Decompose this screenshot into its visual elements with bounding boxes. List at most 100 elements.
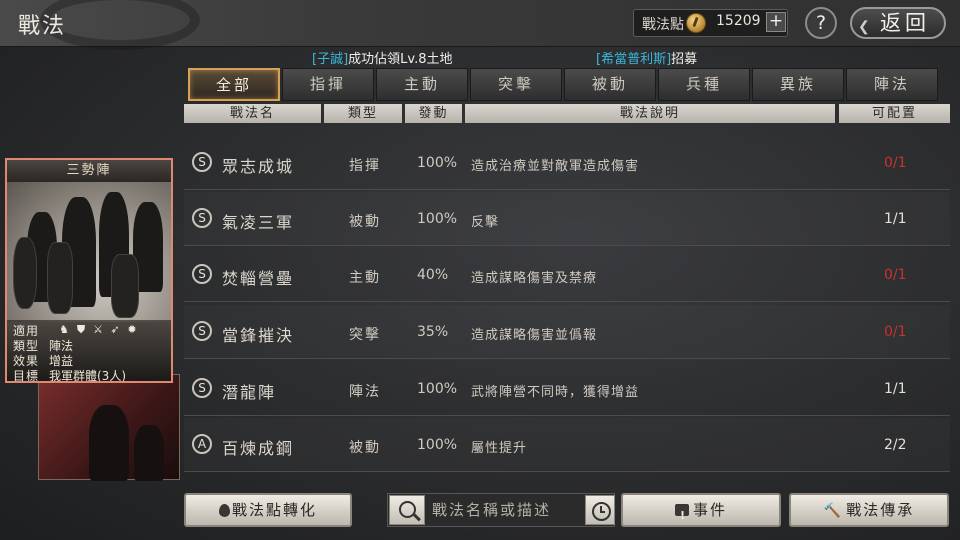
- tactic-type: 指揮: [349, 158, 381, 174]
- crossed-swords-icon: ⚔: [93, 323, 103, 336]
- shield-icon: ⛊: [76, 323, 86, 336]
- tactic-row[interactable]: S 潛龍陣 陣法 100% 武將陣營不同時，獲得增益 1/1: [184, 362, 950, 416]
- inherit-tactic-button[interactable]: 🔨 戰法傳承: [789, 493, 949, 527]
- tactic-description: 造成謀略傷害及禁療: [471, 271, 598, 286]
- event-label: 事件: [692, 501, 727, 519]
- tactic-name: 氣凌三軍: [222, 213, 295, 232]
- card-stack-back: [38, 374, 180, 481]
- card-target-line: 目標 我軍群體(3人): [13, 367, 126, 383]
- shield-shape: [111, 254, 139, 318]
- bow-icon: ➶: [110, 323, 120, 336]
- silhouette-figure: [89, 405, 129, 481]
- tactic-type: 突擊: [349, 327, 381, 343]
- add-points-button[interactable]: +: [766, 12, 786, 32]
- recent-button[interactable]: [585, 495, 615, 525]
- tactic-description: 反擊: [471, 215, 500, 230]
- selected-tactic-card[interactable]: 三勢陣 適用 ♞ ⛊ ⚔ ➶ ✹ 類型 陣法 效果 增益 目標 我軍群體(3人): [5, 158, 173, 383]
- tab-assault[interactable]: 突擊: [470, 68, 562, 101]
- tactic-row[interactable]: S 當鋒摧決 突擊 35% 造成謀略傷害並僞報 0/1: [184, 305, 950, 359]
- return-label: 返回: [880, 11, 930, 35]
- column-header-capacity[interactable]: 可配置: [839, 104, 950, 123]
- tactic-description: 武將陣營不同時，獲得增益: [471, 385, 640, 400]
- tactic-points-box: 戰法點: [633, 9, 788, 37]
- search-input[interactable]: [432, 496, 577, 524]
- tab-command[interactable]: 指揮: [282, 68, 374, 101]
- grade-badge: S: [192, 264, 212, 284]
- convert-points-label: 戰法點轉化: [231, 501, 317, 519]
- shield-shape: [13, 237, 37, 309]
- tactic-trigger-rate: 100%: [417, 437, 458, 453]
- ticker-text: 成功佔領Lv.8土地: [348, 52, 453, 67]
- inherit-tactic-label: 戰法傳承: [846, 501, 915, 519]
- tactic-capacity: 1/1: [884, 381, 907, 397]
- hammer-icon: 🔨: [823, 503, 844, 519]
- tactic-trigger-rate: 100%: [417, 155, 458, 171]
- tactic-name: 百煉成鋼: [222, 439, 295, 458]
- card-effect-value: 增益: [49, 354, 74, 368]
- tactic-name: 眾志成城: [222, 157, 295, 176]
- convert-points-button[interactable]: 戰法點轉化: [184, 493, 352, 527]
- card-target-label: 目標: [13, 369, 40, 383]
- news-ticker: [子誠]成功佔領Lv.8土地 [希當普利斯]招募: [0, 47, 960, 67]
- horse-icon: ♞: [59, 323, 69, 336]
- ticker-player-tag: [子誠]: [312, 52, 349, 67]
- column-header-name[interactable]: 戰法名: [184, 104, 321, 123]
- tactic-row[interactable]: S 眾志成城 指揮 100% 造成治療並對敵軍造成傷害 0/1: [184, 136, 950, 190]
- event-button[interactable]: 事件: [621, 493, 781, 531]
- tactic-trigger-rate: 100%: [417, 211, 458, 227]
- ticker-player-tag: [希當普利斯]: [596, 52, 672, 67]
- tactic-type: 被動: [349, 440, 381, 456]
- tactic-row[interactable]: A 百煉成鋼 被動 100% 屬性提升 2/2: [184, 418, 950, 472]
- tactic-description: 造成治療並對敵軍造成傷害: [471, 159, 640, 174]
- drop-icon: [218, 504, 230, 517]
- column-header-trigger[interactable]: 發動: [405, 104, 462, 123]
- silhouette-figure: [134, 425, 164, 481]
- search-button[interactable]: [389, 495, 425, 525]
- tactic-name: 潛龍陣: [222, 383, 277, 402]
- tab-troop-type[interactable]: 兵種: [658, 68, 750, 101]
- ticker-text: 招募: [671, 52, 698, 67]
- event-icon: [674, 501, 689, 531]
- page-title: 戰法: [18, 14, 67, 39]
- ticker-message: [希當普利斯]招募: [596, 48, 697, 67]
- tactic-capacity: 0/1: [884, 155, 907, 171]
- grade-badge: S: [192, 321, 212, 341]
- column-header-type[interactable]: 類型: [324, 104, 402, 123]
- return-button[interactable]: ❮ 返回: [850, 7, 946, 39]
- card-type-value: 陣法: [49, 339, 74, 353]
- tactic-points-value: 15209: [716, 13, 761, 29]
- card-title: 三勢陣: [7, 160, 171, 182]
- grade-badge: A: [192, 434, 212, 454]
- grade-badge: S: [192, 152, 212, 172]
- tab-formation[interactable]: 陣法: [846, 68, 938, 101]
- shield-shape: [47, 242, 73, 314]
- tab-active[interactable]: 主動: [376, 68, 468, 101]
- tactic-points-label: 戰法點: [642, 17, 684, 33]
- tactic-description: 屬性提升: [471, 441, 528, 456]
- tactic-name: 當鋒摧決: [222, 326, 295, 345]
- tactic-row[interactable]: S 焚輜營壘 主動 40% 造成謀略傷害及禁療 0/1: [184, 248, 950, 302]
- card-info-panel: 適用 ♞ ⛊ ⚔ ➶ ✹ 類型 陣法 效果 增益 目標 我軍群體(3人): [7, 320, 171, 383]
- tab-foreign[interactable]: 異族: [752, 68, 844, 101]
- grade-badge: S: [192, 208, 212, 228]
- tab-passive[interactable]: 被動: [564, 68, 656, 101]
- tactic-capacity: 2/2: [884, 437, 907, 453]
- card-target-value: 我軍群體(3人): [49, 369, 126, 383]
- tab-all[interactable]: 全部: [188, 68, 280, 101]
- tactic-row[interactable]: S 氣凌三軍 被動 100% 反擊 1/1: [184, 192, 950, 246]
- tactic-trigger-rate: 100%: [417, 381, 458, 397]
- card-artwork: [7, 182, 171, 322]
- tactic-type: 被動: [349, 214, 381, 230]
- help-button[interactable]: ?: [805, 7, 837, 39]
- tactic-points-icon: [686, 13, 706, 33]
- tactic-type: 陣法: [349, 384, 381, 400]
- applicable-troop-icons: ♞ ⛊ ⚔ ➶ ✹: [57, 322, 142, 336]
- column-header-description: 戰法說明: [465, 104, 835, 123]
- tactic-capacity: 0/1: [884, 267, 907, 283]
- search-icon: [399, 501, 416, 518]
- tactic-type: 主動: [349, 270, 381, 286]
- grade-badge: S: [192, 378, 212, 398]
- category-tabs: 全部 指揮 主動 突擊 被動 兵種 異族 陣法: [184, 68, 950, 101]
- tactic-trigger-rate: 40%: [417, 267, 449, 283]
- clock-icon: [592, 502, 611, 521]
